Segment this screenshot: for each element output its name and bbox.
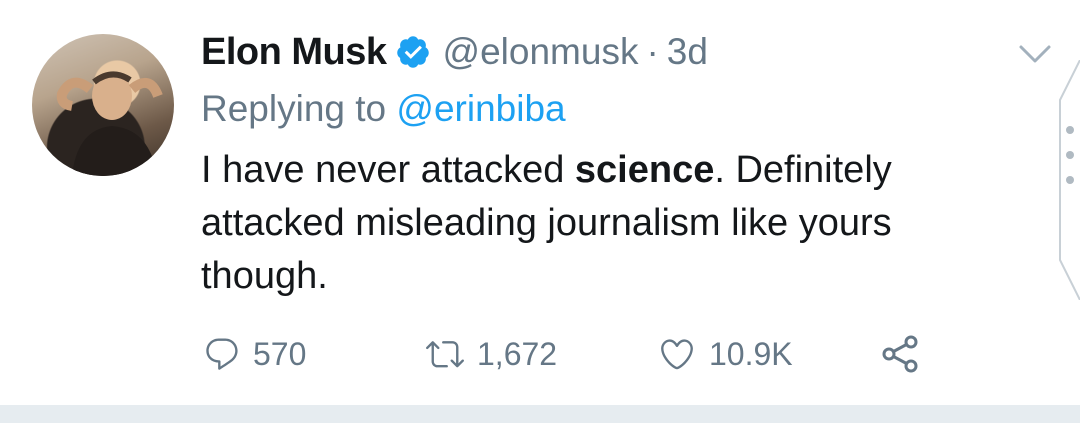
like-button[interactable]: 10.9K	[657, 330, 793, 378]
reply-icon	[206, 338, 238, 370]
side-scroll-handle-icon[interactable]	[1050, 60, 1080, 300]
reply-button[interactable]: 570	[203, 330, 306, 378]
like-count: 10.9K	[709, 335, 793, 372]
verified-badge-icon	[395, 34, 431, 70]
share-button[interactable]	[881, 330, 921, 378]
feed-divider	[0, 405, 1080, 423]
timestamp[interactable]: 3d	[667, 31, 708, 73]
heart-icon	[661, 339, 693, 370]
tweet-card[interactable]: Elon Musk @elonmusk · 3d Replying to @er…	[0, 0, 1080, 405]
tweet-header: Elon Musk @elonmusk · 3d	[201, 28, 708, 76]
replying-to-label: Replying to	[201, 88, 397, 129]
separator-dot: ·	[646, 31, 659, 72]
avatar[interactable]	[32, 34, 174, 176]
share-icon	[882, 335, 918, 373]
replying-to: Replying to @erinbiba	[201, 88, 566, 130]
retweet-count: 1,672	[477, 335, 558, 372]
tweet-text-start: I have never attacked	[201, 149, 575, 191]
author-name[interactable]: Elon Musk	[201, 31, 387, 74]
author-handle[interactable]: @elonmusk	[443, 31, 639, 73]
avatar-image	[56, 71, 163, 176]
retweet-button[interactable]: 1,672	[425, 330, 557, 378]
reply-count: 570	[253, 335, 307, 372]
retweet-icon	[426, 341, 464, 368]
tweet-text: I have never attacked science. Definitel…	[201, 144, 1021, 303]
reply-mention-link[interactable]: @erinbiba	[396, 88, 565, 129]
tweet-text-bold: science	[574, 149, 715, 191]
chevron-down-icon[interactable]	[1017, 42, 1053, 66]
